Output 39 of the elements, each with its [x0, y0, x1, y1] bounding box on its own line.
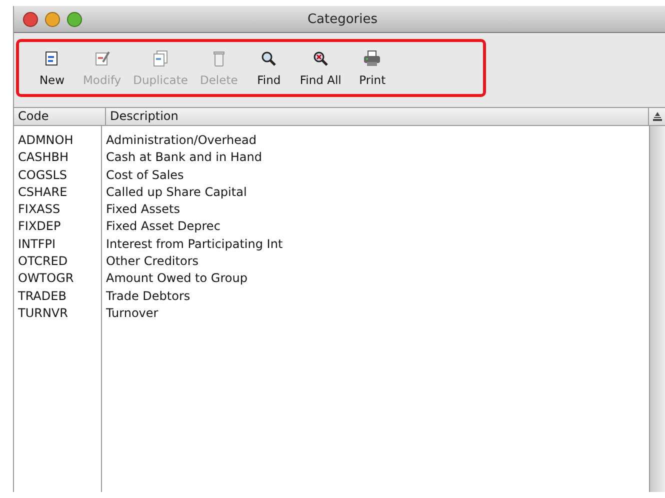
toolbar-button[interactable]: Find: [244, 50, 294, 86]
table-cell-text: Turnover: [105, 304, 160, 322]
edit-document-icon: [93, 50, 112, 66]
table-cell-text: CASHBH: [17, 149, 70, 166]
copy-icon: [152, 50, 170, 66]
table-cell-text: FIXASS: [17, 201, 62, 218]
minimize-button[interactable]: [45, 12, 60, 26]
toolbar-button[interactable]: Print: [347, 50, 398, 86]
table-cell-text: FIXDEP: [17, 218, 62, 236]
search-icon: [260, 50, 278, 66]
table-cell-text: Other Creditors: [105, 253, 200, 270]
table-cell-text: OTCRED: [17, 253, 69, 270]
table-cell-text: Amount Owed to Group: [105, 270, 248, 288]
column-options-icon[interactable]: [653, 112, 662, 121]
printer-icon: [363, 50, 382, 66]
table-cell-text: Fixed Assets: [105, 201, 181, 218]
window-title: Categories: [306, 12, 379, 26]
table-cell-text: INTFPI: [17, 236, 57, 253]
table-cell-text: ADMNOH: [17, 132, 74, 149]
table-cell-text: Interest from Participating Int: [105, 236, 284, 253]
table-cell-text: CSHARE: [17, 184, 68, 201]
table-cell-text: Cost of Sales: [105, 166, 185, 184]
table-cell-text: OWTOGR: [17, 270, 75, 288]
close-button[interactable]: [23, 12, 38, 26]
search-icon: [312, 50, 330, 66]
toolbar-button[interactable]: Find All: [294, 50, 348, 86]
table-cell-text: Trade Debtors: [105, 288, 192, 305]
scroll-track[interactable]: [650, 126, 665, 492]
column-header[interactable]: Description: [106, 108, 649, 125]
table-cell-text: Cash at Bank and in Hand: [105, 149, 263, 166]
table-cell-text: Administration/Overhead: [105, 132, 258, 149]
table-cell-text: Called up Share Capital: [105, 184, 248, 201]
table-cell-text: Fixed Asset Deprec: [105, 218, 222, 236]
zoom-button[interactable]: [67, 12, 82, 26]
toolbar-button[interactable]: New: [27, 50, 77, 86]
table-cell-text: TRADEB: [17, 288, 68, 305]
table-cell-text: TURNVR: [17, 304, 69, 322]
column-header[interactable]: Code: [14, 108, 106, 125]
table-cell-text: COGSLS: [17, 166, 68, 184]
